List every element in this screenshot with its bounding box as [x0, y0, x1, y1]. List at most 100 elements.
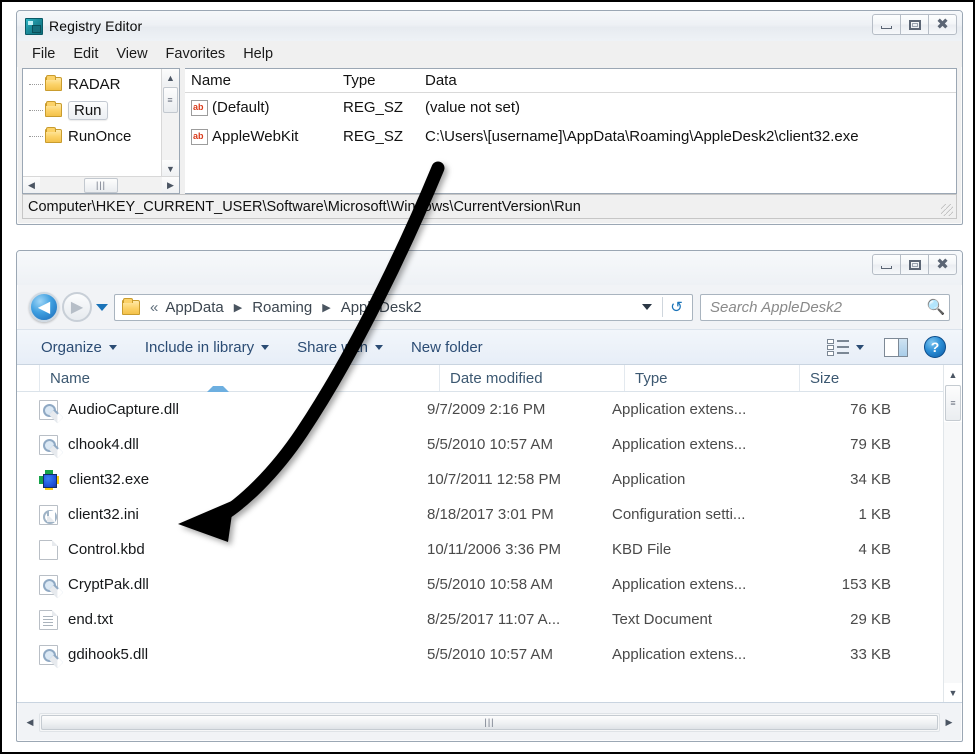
menu-file[interactable]: File [23, 44, 64, 64]
column-header-date-modified[interactable]: Date modified [439, 365, 624, 391]
maximize-button[interactable] [900, 14, 929, 35]
resize-grip[interactable] [941, 204, 953, 216]
folder-icon [45, 101, 62, 117]
column-header-type[interactable]: Type [624, 365, 799, 391]
scroll-up-arrow[interactable]: ▲ [944, 365, 962, 384]
dll-file-icon [39, 399, 58, 420]
file-list-vertical-scrollbar[interactable]: ▲ ≡ ▼ [943, 365, 962, 702]
address-dropdown-icon[interactable] [642, 304, 652, 310]
folder-icon [122, 297, 140, 315]
file-row[interactable]: clhook4.dll 5/5/2010 10:57 AM Applicatio… [17, 427, 943, 462]
menu-favorites[interactable]: Favorites [157, 44, 235, 64]
view-options-button[interactable] [813, 338, 868, 356]
breadcrumb-roaming[interactable]: Roaming [249, 299, 315, 316]
new-folder-button[interactable]: New folder [397, 339, 497, 356]
header-type[interactable]: Type [337, 72, 419, 89]
registry-row[interactable]: ab (Default) REG_SZ (value not set) [185, 93, 956, 122]
scroll-left-arrow[interactable]: ◀ [21, 717, 39, 728]
forward-button[interactable]: ▶ [62, 292, 92, 322]
file-date-modified: 10/7/2011 12:58 PM [427, 471, 561, 488]
file-name: client32.exe [69, 471, 150, 488]
tree-horizontal-scrollbar[interactable]: ◀ ||| ▶ [23, 176, 179, 193]
close-button[interactable]: ✖ [928, 254, 957, 275]
breadcrumb-appdata[interactable]: AppData [162, 299, 226, 316]
registry-icon [25, 17, 43, 35]
tree-vertical-scrollbar[interactable]: ▲ ≡ ▼ [161, 69, 179, 177]
file-name: end.txt [68, 611, 114, 628]
file-type: Application extens... [612, 576, 747, 593]
column-header-size[interactable]: Size [799, 365, 943, 391]
file-row[interactable]: CryptPak.dll 5/5/2010 10:58 AM Applicati… [17, 567, 943, 602]
string-value-icon: ab [191, 99, 208, 116]
dll-file-icon [39, 574, 58, 595]
chevron-down-icon [856, 344, 864, 350]
file-row[interactable]: client32.ini 8/18/2017 3:01 PM Configura… [17, 497, 943, 532]
refresh-icon[interactable]: ↺ [663, 298, 690, 316]
forward-arrow-icon: ▶ [70, 297, 84, 316]
file-row[interactable]: Control.kbd 10/11/2006 3:36 PM KBD File … [17, 532, 943, 567]
registry-tree-pane[interactable]: RADAR Run RunOnce ▲ ≡ ▼ ◀ ||| ▶ [22, 68, 180, 194]
scroll-track[interactable] [944, 422, 962, 683]
close-button[interactable]: ✖ [928, 14, 957, 35]
tree-connector [29, 135, 43, 137]
tree-item-run[interactable]: Run [23, 97, 159, 123]
file-list-header: Name Date modified Type Size [17, 365, 943, 392]
scroll-down-arrow[interactable]: ▼ [944, 683, 962, 702]
include-in-library-button[interactable]: Include in library [131, 339, 283, 356]
history-dropdown-icon[interactable] [96, 303, 108, 311]
search-icon[interactable]: 🔍 [923, 298, 949, 316]
maximize-button[interactable] [900, 254, 929, 275]
menu-edit[interactable]: Edit [64, 44, 107, 64]
minimize-button[interactable] [872, 254, 901, 275]
scroll-left-arrow[interactable]: ◀ [23, 176, 40, 193]
header-name[interactable]: Name [185, 72, 337, 89]
search-input[interactable]: Search AppleDesk2 [701, 299, 923, 316]
scroll-thumb-h[interactable]: ||| [41, 714, 938, 730]
scroll-right-arrow[interactable]: ▶ [940, 717, 958, 728]
file-row[interactable]: AudioCapture.dll 9/7/2009 2:16 PM Applic… [17, 392, 943, 427]
breadcrumb-separator-icon[interactable]: ▶ [227, 301, 249, 314]
folder-icon [45, 127, 62, 143]
scroll-thumb[interactable]: ≡ [163, 87, 178, 113]
column-header-name[interactable]: Name [39, 365, 439, 391]
tree-item-radar[interactable]: RADAR [23, 71, 159, 97]
registry-row[interactable]: ab AppleWebKit REG_SZ C:\Users\[username… [185, 122, 956, 151]
file-type: Configuration setti... [612, 506, 746, 523]
file-list-horizontal-scrollbar[interactable]: ◀ ||| ▶ [17, 711, 962, 733]
file-row[interactable]: gdihook5.dll 5/5/2010 10:57 AM Applicati… [17, 637, 943, 672]
file-name: client32.ini [68, 506, 139, 523]
breadcrumb-appledesk2[interactable]: AppleDesk2 [338, 299, 425, 316]
breadcrumb-overflow-icon[interactable]: « [146, 299, 162, 316]
search-box[interactable]: Search AppleDesk2 🔍 [700, 293, 950, 321]
registry-key-path: Computer\HKEY_CURRENT_USER\Software\Micr… [28, 198, 581, 215]
file-name-cell: AudioCapture.dll [17, 399, 417, 420]
breadcrumb-separator-icon[interactable]: ▶ [315, 301, 337, 314]
address-bar[interactable]: « AppData ▶ Roaming ▶ AppleDesk2 ↺ [114, 293, 693, 321]
minimize-button[interactable] [872, 14, 901, 35]
menu-help[interactable]: Help [234, 44, 282, 64]
scroll-track-h[interactable]: ||| [39, 712, 940, 732]
registry-value-list[interactable]: Name Type Data ab (Default) REG_SZ (valu… [185, 68, 957, 194]
share-with-button[interactable]: Share with [283, 339, 397, 356]
file-row[interactable]: end.txt 8/25/2017 11:07 A... Text Docume… [17, 602, 943, 637]
file-explorer-window: ✖ ◀ ▶ « AppData ▶ Roaming ▶ AppleDesk2 ↺ [16, 250, 963, 742]
scroll-up-arrow[interactable]: ▲ [162, 69, 179, 86]
scroll-thumb-h[interactable]: ||| [84, 177, 118, 193]
preview-pane-button[interactable] [868, 337, 924, 357]
registry-window-controls: ✖ [872, 14, 957, 35]
string-value-icon: ab [191, 128, 208, 145]
generic-file-icon [39, 539, 58, 560]
file-size: 29 KB [850, 611, 891, 628]
help-button[interactable]: ? [924, 336, 952, 358]
header-data[interactable]: Data [419, 72, 956, 89]
file-date-modified: 8/25/2017 11:07 A... [427, 611, 561, 628]
back-button[interactable]: ◀ [29, 292, 59, 322]
file-row-client32-exe[interactable]: client32.exe 10/7/2011 12:58 PM Applicat… [17, 462, 943, 497]
tree-item-runonce[interactable]: RunOnce [23, 123, 159, 149]
scroll-down-arrow[interactable]: ▼ [162, 160, 179, 177]
organize-button[interactable]: Organize [27, 339, 131, 356]
scroll-right-arrow[interactable]: ▶ [162, 176, 179, 193]
registry-value-name-cell: ab AppleWebKit [185, 128, 337, 145]
scroll-thumb[interactable]: ≡ [945, 385, 961, 421]
menu-view[interactable]: View [107, 44, 156, 64]
